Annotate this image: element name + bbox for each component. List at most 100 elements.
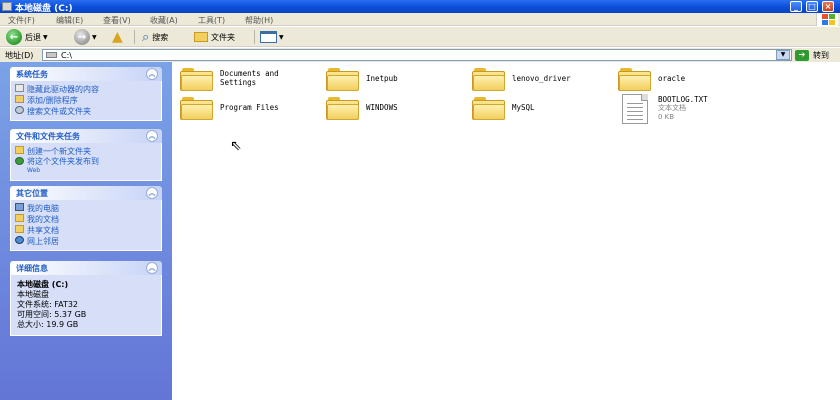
back-label: 后退 (25, 32, 41, 42)
place-my-computer[interactable]: 我的电脑 (15, 203, 157, 213)
item-name: Inetpub (366, 74, 398, 83)
network-icon (15, 236, 24, 244)
address-label: 地址(D) (5, 51, 34, 60)
text-file-icon (622, 94, 648, 124)
task-pane: 系统任务 ︽ 隐藏此驱动器的内容 添加/删除程序 搜索文件或文件夹 文件和文件夹… (0, 62, 172, 400)
folder-icon (472, 95, 506, 121)
task-new-folder[interactable]: 创建一个新文件夹 (15, 146, 157, 156)
collapse-icon[interactable]: ︽ (146, 130, 158, 142)
detail-filesystem: 文件系统: FAT32 (17, 300, 79, 309)
new-folder-icon (15, 146, 24, 154)
item-name: MySQL (512, 103, 535, 112)
task-add-remove-programs[interactable]: 添加/删除程序 (15, 95, 157, 105)
folder-item[interactable]: Inetpub (326, 66, 398, 92)
go-arrow-icon: ➔ (795, 49, 809, 61)
hide-contents-icon (15, 84, 24, 92)
file-info: BOOTLOG.TXT 文本文档 0 KB (658, 94, 708, 122)
folders-icon (194, 32, 208, 42)
maximize-button[interactable]: □ (806, 1, 818, 12)
task-hide-drive-contents[interactable]: 隐藏此驱动器的内容 (15, 84, 157, 94)
menu-favorites[interactable]: 收藏(A) (150, 15, 178, 26)
folder-icon (326, 66, 360, 92)
detail-total-size: 总大小: 19.9 GB (17, 320, 79, 329)
address-value: C:\ (61, 51, 72, 60)
address-input[interactable]: C:\ (42, 49, 792, 61)
task-search-files[interactable]: 搜索文件或文件夹 (15, 106, 157, 116)
go-label: 转到 (813, 50, 829, 60)
item-name: BOOTLOG.TXT (658, 95, 708, 104)
forward-button[interactable]: → ▼ (74, 28, 97, 46)
place-my-documents[interactable]: 我的文档 (15, 214, 157, 224)
details-panel: 详细信息 ︽ 本地磁盘 (C:) 本地磁盘 文件系统: FAT32 可用空间: … (10, 261, 162, 336)
back-button[interactable]: ← 后退 ▼ (6, 28, 48, 46)
menu-tools[interactable]: 工具(T) (198, 15, 225, 26)
search-label: 搜索 (152, 32, 169, 42)
item-name: oracle (658, 74, 686, 83)
minimize-button[interactable]: _ (790, 1, 802, 12)
task-label: 添加/删除程序 (27, 96, 78, 105)
collapse-icon[interactable]: ︽ (146, 187, 158, 199)
address-dropdown-button[interactable]: ▼ (776, 50, 790, 60)
item-name: WINDOWS (366, 103, 398, 112)
task-label: 将这个文件夹发布到 Web (27, 157, 99, 174)
up-folder-button[interactable]: ▲ (112, 28, 123, 46)
forward-arrow-icon: → (74, 29, 90, 45)
file-list: Documents and Settings Inetpub lenovo_dri… (172, 62, 840, 400)
place-network-neighborhood[interactable]: 网上邻居 (15, 236, 157, 246)
folder-item[interactable]: oracle (618, 66, 685, 92)
folder-item[interactable]: lenovo_driver (472, 66, 571, 92)
close-button[interactable]: × (822, 1, 834, 12)
file-folder-tasks-panel: 文件和文件夹任务 ︽ 创建一个新文件夹 将这个文件夹发布到 Web (10, 129, 162, 181)
globe-icon (15, 157, 24, 165)
folder-icon (326, 95, 360, 121)
back-dropdown-icon[interactable]: ▼ (43, 34, 48, 41)
folders-button[interactable]: 文件夹 (194, 28, 235, 46)
item-name: Documents and Settings (220, 69, 279, 87)
go-button[interactable]: ➔ 转到 (795, 49, 829, 61)
menu-view[interactable]: 查看(V) (103, 15, 131, 26)
search-button[interactable]: ⌕ 搜索 (142, 28, 168, 46)
detail-free-space: 可用空间: 5.37 GB (17, 310, 87, 319)
menu-edit[interactable]: 编辑(E) (56, 15, 83, 26)
folder-icon (472, 66, 506, 92)
shared-documents-icon (15, 225, 24, 233)
menu-file[interactable]: 文件(F) (8, 15, 35, 26)
views-dropdown-icon[interactable]: ▼ (279, 34, 284, 41)
panel-header[interactable]: 其它位置 ︽ (10, 186, 162, 200)
forward-dropdown-icon[interactable]: ▼ (92, 34, 97, 41)
title-bar: 本地磁盘 (C:) _ □ × (0, 0, 840, 14)
panel-header[interactable]: 文件和文件夹任务 ︽ (10, 129, 162, 143)
folder-item[interactable]: MySQL (472, 95, 535, 121)
folder-item[interactable]: Program Files (180, 95, 279, 121)
panel-body: 本地磁盘 (C:) 本地磁盘 文件系统: FAT32 可用空间: 5.37 GB… (10, 275, 162, 336)
folder-icon (618, 66, 652, 92)
views-icon (260, 31, 277, 43)
folder-item[interactable]: WINDOWS (326, 95, 398, 121)
windows-logo-icon (816, 13, 838, 26)
folder-item[interactable]: Documents and Settings (180, 66, 279, 92)
views-button[interactable]: ▼ (260, 28, 284, 46)
toolbar-separator (134, 30, 135, 44)
file-type: 文本文档 (658, 104, 686, 112)
menu-help[interactable]: 帮助(H) (245, 15, 273, 26)
panel-title: 文件和文件夹任务 (16, 132, 80, 141)
search-icon (15, 106, 24, 114)
place-shared-documents[interactable]: 共享文档 (15, 225, 157, 235)
task-label: 搜索文件或文件夹 (27, 107, 91, 116)
task-label: 创建一个新文件夹 (27, 147, 91, 156)
search-icon: ⌕ (142, 29, 150, 45)
collapse-icon[interactable]: ︽ (146, 262, 158, 274)
panel-header[interactable]: 详细信息 ︽ (10, 261, 162, 275)
collapse-icon[interactable]: ︽ (146, 68, 158, 80)
other-places-panel: 其它位置 ︽ 我的电脑 我的文档 共享文档 网上邻居 (10, 186, 162, 251)
add-remove-programs-icon (15, 95, 24, 103)
task-publish-to-web[interactable]: 将这个文件夹发布到 Web (15, 157, 157, 176)
address-bar: 地址(D) C:\ ▼ ➔ 转到 (0, 48, 840, 62)
panel-header[interactable]: 系统任务 ︽ (10, 67, 162, 81)
task-label: 网上邻居 (27, 237, 59, 246)
file-item[interactable]: BOOTLOG.TXT 文本文档 0 KB (622, 94, 708, 124)
panel-title: 其它位置 (16, 189, 48, 198)
file-size: 0 KB (658, 113, 675, 121)
item-name: lenovo_driver (512, 74, 571, 83)
detail-type: 本地磁盘 (17, 290, 49, 299)
